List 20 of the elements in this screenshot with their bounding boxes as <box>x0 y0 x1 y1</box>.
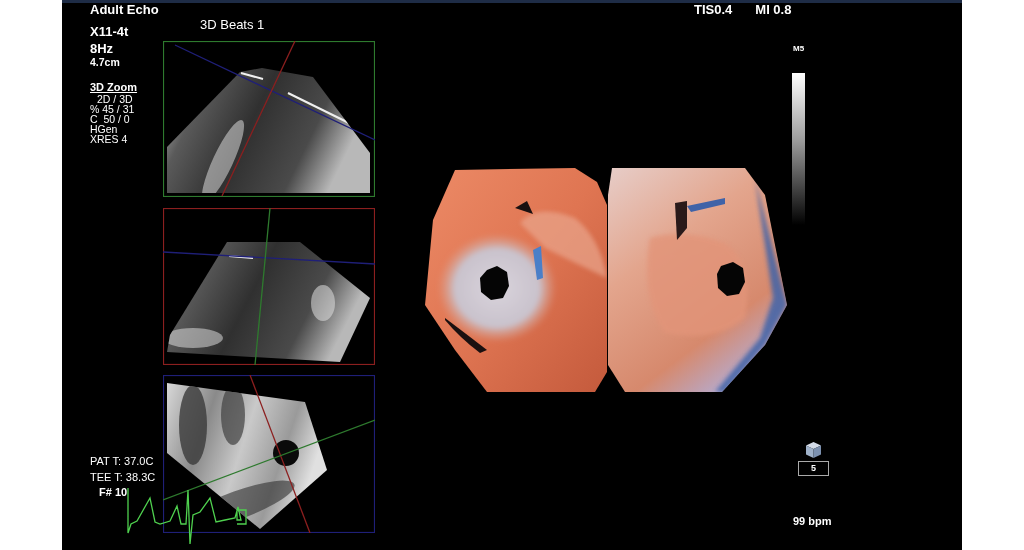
frame-rate-label: 8Hz <box>90 42 115 56</box>
temperature-readout: PAT T: 37.0C <box>90 454 155 469</box>
cube-icon <box>806 442 821 458</box>
depth-label: 4.7cm <box>90 56 121 68</box>
mi-readout: MI 0.8 <box>755 3 792 17</box>
mode-title: 3D Zoom <box>90 81 138 94</box>
map-label: M5 <box>792 44 805 53</box>
tis-readout: TIS0.4 <box>694 3 733 17</box>
setting-line: % 45 / 31 <box>90 104 136 114</box>
exam-preset-label: Adult Echo <box>90 3 160 17</box>
setting-line: HGen <box>90 124 119 134</box>
heart-rate-readout: 99 bpm <box>792 515 832 528</box>
temperature-readout: TEE T: 38.3C <box>90 470 157 485</box>
frame-number: F# 10 <box>98 485 129 499</box>
volume-count: 5 <box>798 461 829 476</box>
setting-line: C 50 / 0 <box>90 114 131 124</box>
setting-line: 2D / 3D <box>96 94 134 104</box>
setting-line: XRES 4 <box>90 134 129 144</box>
probe-label: X11-4t <box>90 25 130 39</box>
view-title: 3D Beats 1 <box>199 17 266 32</box>
